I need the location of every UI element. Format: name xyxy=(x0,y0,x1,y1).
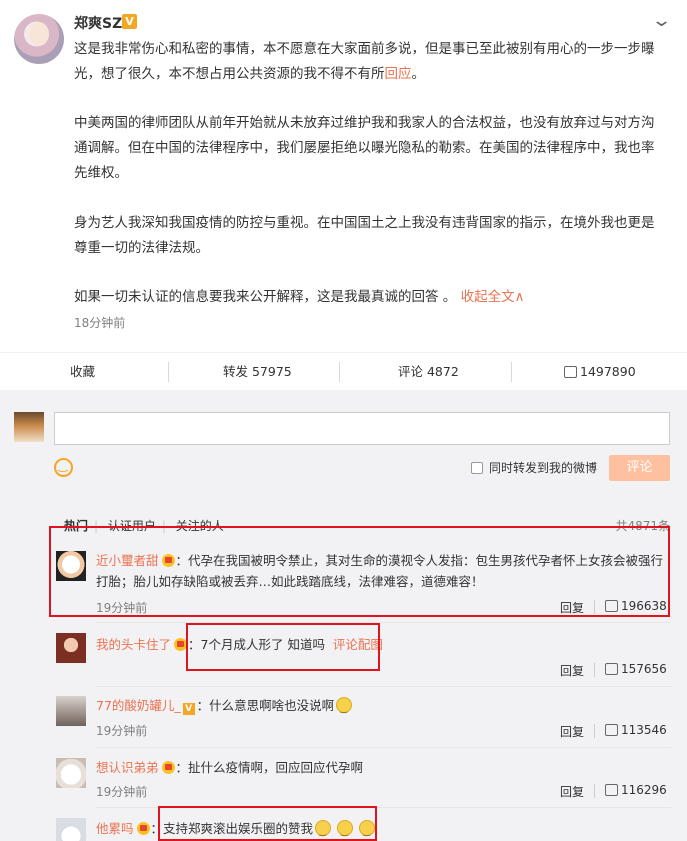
comment-avatar[interactable] xyxy=(56,633,86,663)
laughing-emoji-icon xyxy=(315,820,332,841)
current-user-avatar xyxy=(14,412,44,442)
laughing-emoji-icon xyxy=(336,697,353,720)
comment-username[interactable]: 他累吗 xyxy=(96,821,134,836)
comment-button[interactable]: 评论 4872 xyxy=(398,353,459,391)
comment-avatar[interactable] xyxy=(56,696,86,726)
repost-button[interactable]: 转发 57975 xyxy=(223,353,292,391)
reply-button[interactable]: 回复 xyxy=(560,783,584,800)
crown-badge-icon xyxy=(161,761,175,774)
weibo-post: 郑爽SZ V ⌄ 这是我非常伤心和私密的事情，本不愿意在大家面前多说，但是事已至… xyxy=(0,0,687,352)
comment-time: 19分钟前 xyxy=(96,785,148,799)
comment-like-button[interactable]: 116296 xyxy=(605,783,667,797)
reply-button[interactable]: 回复 xyxy=(560,599,584,616)
comment-username[interactable]: 近小璽者甜 xyxy=(96,553,159,568)
chevron-down-icon[interactable]: ⌄ xyxy=(651,10,672,31)
thumbs-up-icon xyxy=(605,784,618,796)
laughing-emoji-icon xyxy=(359,820,375,841)
tab-hot[interactable]: 热门 xyxy=(64,519,88,533)
crown-badge-icon xyxy=(136,822,150,835)
divider xyxy=(96,622,671,623)
comment-like-button[interactable]: 196638 xyxy=(605,599,667,613)
author-avatar[interactable] xyxy=(14,14,64,64)
comment-username[interactable]: 77的酸奶罐儿_ xyxy=(96,698,181,713)
reply-button[interactable]: 回复 xyxy=(560,723,584,740)
view-image-link[interactable]: 评论配图 xyxy=(333,637,383,652)
divider xyxy=(594,784,595,798)
divider xyxy=(594,600,595,614)
forward-label: 同时转发到我的微博 xyxy=(489,461,598,475)
action-bar: 收藏 转发 57975 评论 4872 1497890 xyxy=(0,352,687,390)
forward-checkbox[interactable] xyxy=(471,462,483,474)
comment-like-button[interactable]: 113546 xyxy=(605,723,667,737)
comment-input[interactable] xyxy=(54,412,670,445)
comment-username[interactable]: 我的头卡住了 xyxy=(96,637,171,652)
divider xyxy=(339,362,340,382)
divider xyxy=(594,663,595,677)
divider xyxy=(96,747,671,748)
comment-avatar[interactable] xyxy=(56,758,86,788)
comment-item: 我的头卡住了 ：7个月成人形了 知道吗 评论配图 xyxy=(96,637,383,652)
comment-item: 想认识弟弟 ：扯什么疫情啊，回应回应代孕啊 xyxy=(96,760,364,775)
post-paragraph-3: 身为艺人我深知我国疫情的防控与重视。在中国国土之上我没有违背国家的指示，在境外我… xyxy=(74,215,655,256)
comments-section: 同时转发到我的微博 评论 热门| 认证用户| 关注的人 共4871条 近小璽者甜… xyxy=(0,390,687,841)
post-time: 18分钟前 xyxy=(74,316,126,330)
author-name[interactable]: 郑爽SZ xyxy=(74,13,122,33)
comment-item: 近小璽者甜 ：代孕在我国被明令禁止，其对生命的漠视令人发指：包生男孩代孕者怀上女孩… xyxy=(96,553,664,589)
laughing-emoji-icon xyxy=(337,820,354,841)
comment-tabs: 热门 | 认证用户 | 关注的人 xyxy=(64,519,224,533)
tab-verified[interactable]: 认证用户 xyxy=(108,519,156,533)
favorite-button[interactable]: 收藏 xyxy=(70,353,95,391)
divider xyxy=(96,807,671,808)
post-paragraph-2: 中美两国的律师团队从前年开始就从未放弃过维护我和我家人的合法权益，也没有放弃过与… xyxy=(74,115,655,181)
comment-avatar[interactable] xyxy=(56,551,86,581)
reply-button[interactable]: 回复 xyxy=(560,662,584,679)
crown-badge-icon xyxy=(161,554,175,567)
post-paragraph-1: 这是我非常伤心和私密的事情，本不愿意在大家面前多说，但是事已至此被别有用心的一步… xyxy=(74,41,655,82)
emoji-picker-icon[interactable] xyxy=(54,458,73,477)
crown-badge-icon xyxy=(174,638,188,651)
tab-following[interactable]: 关注的人 xyxy=(176,519,224,533)
comment-like-button[interactable]: 157656 xyxy=(605,662,667,676)
divider xyxy=(96,686,671,687)
comment-item: 他累吗 ：支持郑爽滚出娱乐圈的赞我 xyxy=(96,818,671,841)
thumbs-up-icon xyxy=(605,600,618,612)
collapse-link[interactable]: 收起全文∧ xyxy=(461,289,525,305)
comment-username[interactable]: 想认识弟弟 xyxy=(96,760,159,775)
divider xyxy=(594,724,595,738)
divider xyxy=(168,362,169,382)
comment-item: 77的酸奶罐儿_ V ：什么意思啊啥也没说啊 xyxy=(96,695,671,720)
submit-comment-button[interactable]: 评论 xyxy=(609,455,670,481)
comment-total: 共4871条 xyxy=(615,519,670,533)
verified-badge-icon: V xyxy=(182,703,195,715)
like-button[interactable]: 1497890 xyxy=(564,353,636,391)
divider xyxy=(511,362,512,382)
comment-time: 19分钟前 xyxy=(96,601,148,615)
thumbs-up-icon xyxy=(564,366,577,378)
reply-link[interactable]: 回应 xyxy=(385,66,412,82)
thumbs-up-icon xyxy=(605,663,618,675)
thumbs-up-icon xyxy=(605,724,618,736)
comment-avatar[interactable] xyxy=(56,818,86,841)
comment-time: 19分钟前 xyxy=(96,724,148,738)
post-paragraph-4: 如果一切未认证的信息要我来公开解释，这是我最真诚的回答 。 收起全文∧ xyxy=(74,289,525,305)
verified-badge-icon: V xyxy=(122,14,137,29)
